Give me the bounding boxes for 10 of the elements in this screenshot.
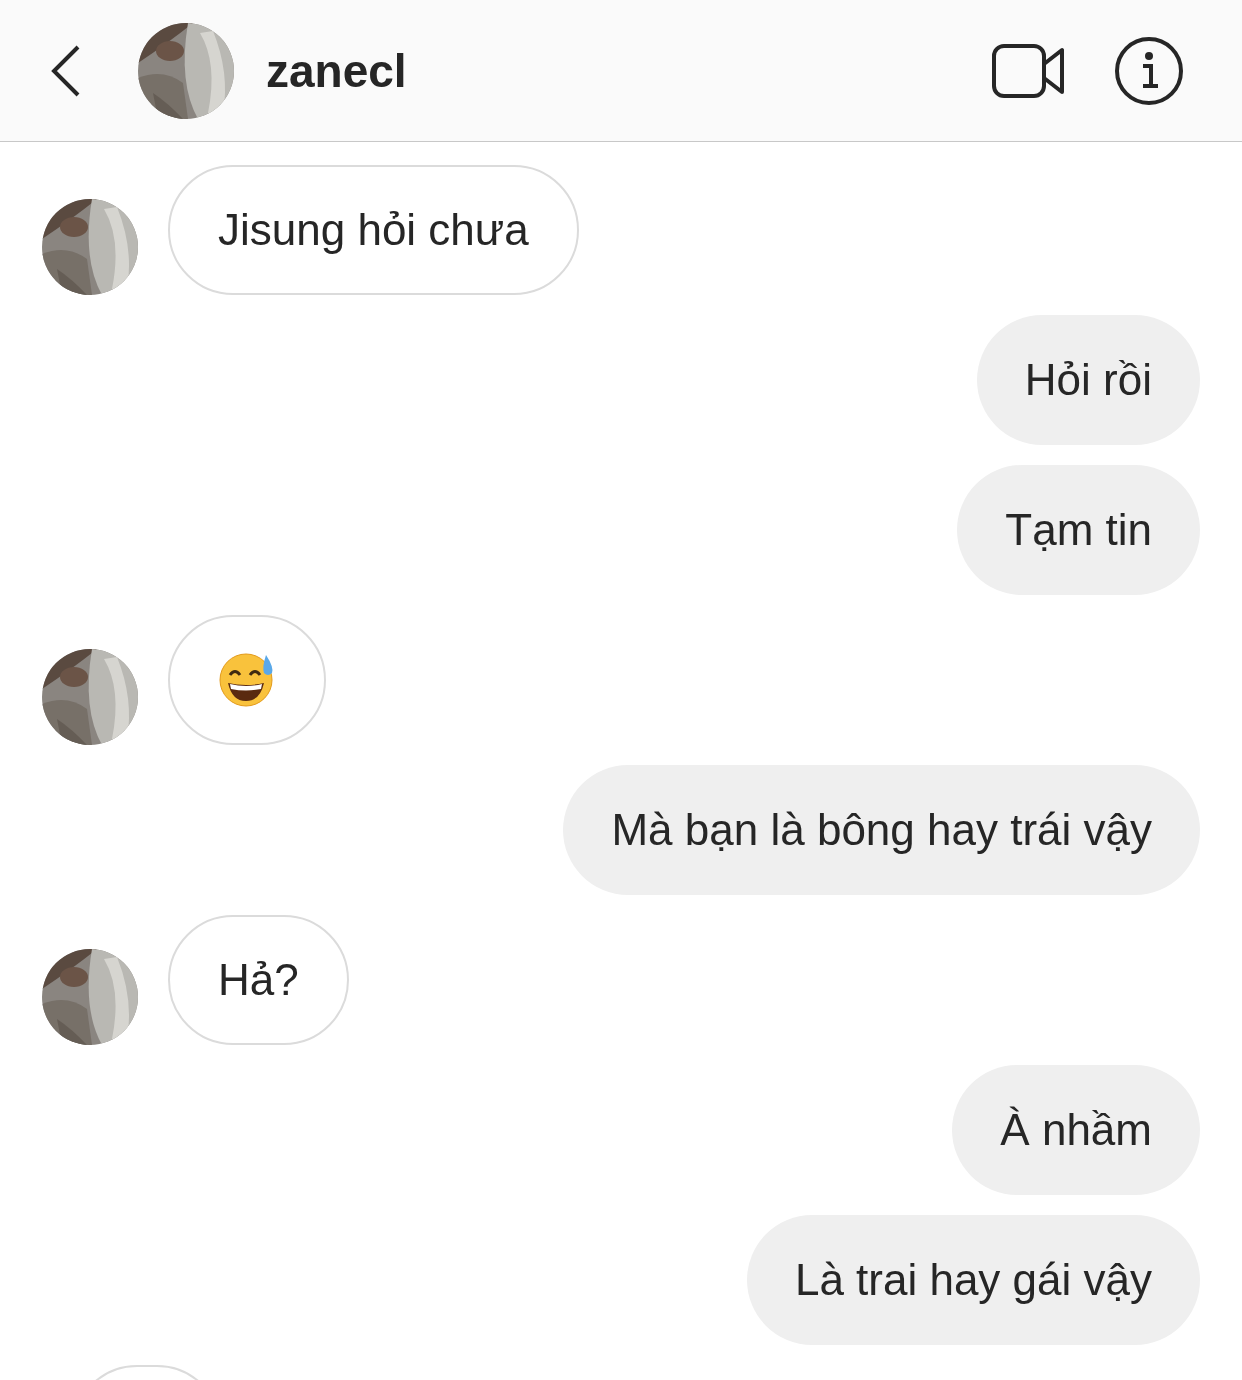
message-bubble: Là trai hay gái vậy <box>746 1215 1200 1345</box>
video-call-icon[interactable] <box>992 43 1066 98</box>
info-icon[interactable] <box>1114 35 1184 106</box>
message-bubble: Jisung hỏi chưa <box>168 165 579 295</box>
sweat-smile-icon <box>218 653 276 707</box>
message-bubble: Hả? <box>168 915 349 1045</box>
message-bubble: Hỏi rồi <box>976 315 1200 445</box>
message-bubble: À nhầm <box>952 1065 1200 1195</box>
message-bubble: Mà bạn là bông hay trái vậy <box>563 765 1200 895</box>
message-bubble: Tạm tin <box>957 465 1200 595</box>
